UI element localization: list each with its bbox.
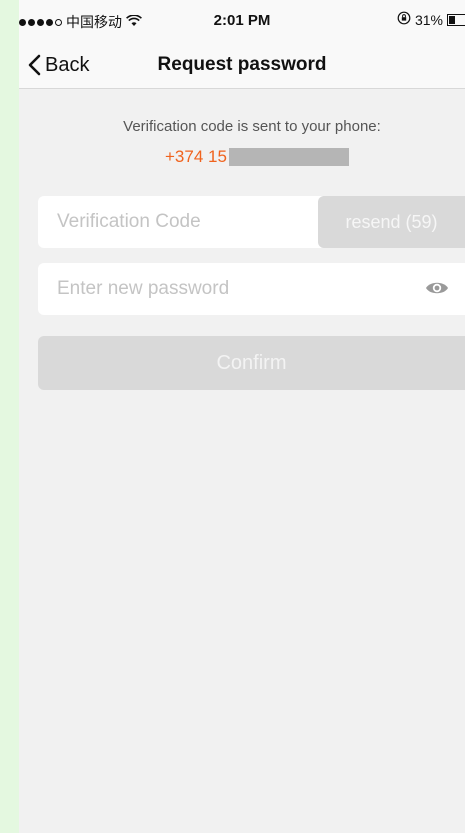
new-password-input[interactable] [57,263,399,315]
confirm-button[interactable]: Confirm [38,336,465,390]
resend-button[interactable]: resend (59) [318,196,465,248]
phone-number: +374 15 [165,147,349,167]
redacted-phone-digits [228,148,349,166]
verification-code-input[interactable] [57,196,293,248]
navigation-bar: Back Request password [19,42,465,89]
new-password-field[interactable] [38,263,465,315]
rotation-lock-icon [397,11,411,29]
status-bar-right: 31% [397,11,465,29]
battery-icon [447,14,465,26]
verification-code-field[interactable] [38,196,333,248]
verification-message: Verification code is sent to your phone: [123,118,381,135]
status-bar: 中国移动 2:01 PM 31% [19,0,465,42]
eye-icon[interactable] [425,280,449,296]
phone-number-prefix: +374 15 [165,147,227,166]
battery-percent: 31% [414,12,443,28]
phone-screen: 中国移动 2:01 PM 31% Back Request password V… [19,0,465,833]
page-title: Request password [157,54,327,75]
